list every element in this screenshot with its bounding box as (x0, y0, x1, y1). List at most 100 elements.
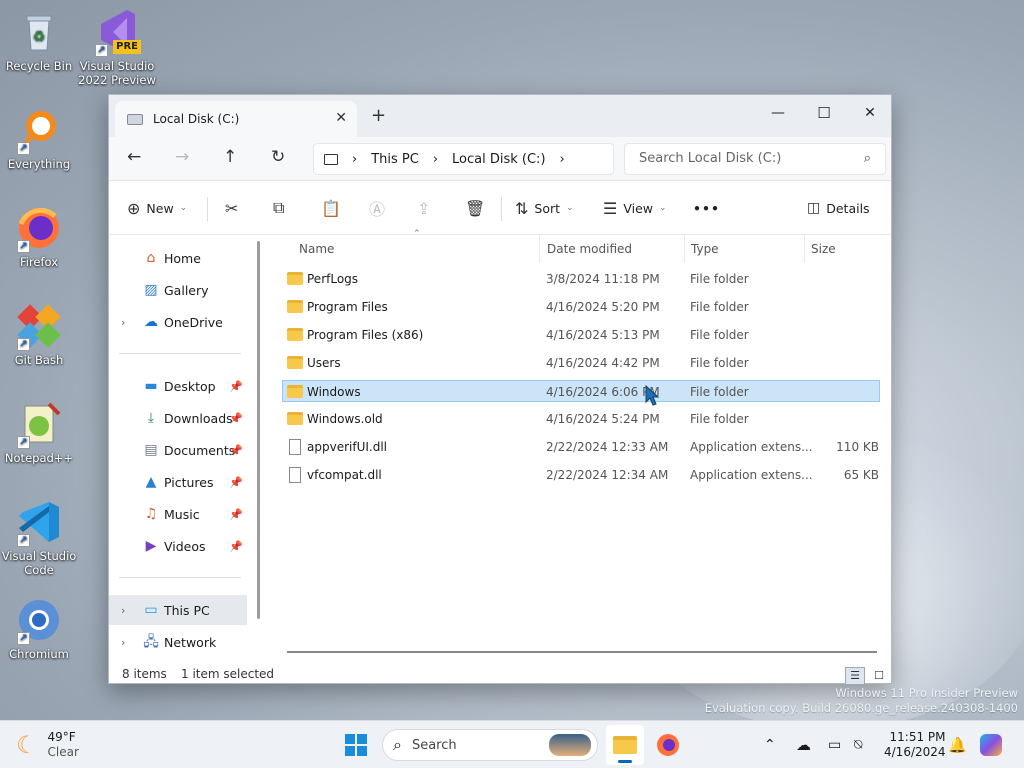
column-header-size[interactable]: Size (801, 235, 885, 263)
sidebar-item-desktop[interactable]: ▬ Desktop 📌 (109, 371, 247, 401)
sidebar-item-home[interactable]: ⌂ Home (109, 243, 247, 273)
watermark-line-1: Windows 11 Pro Insider Preview (835, 686, 1018, 700)
pin-icon[interactable]: 📌 (229, 476, 243, 489)
sidebar-item-music[interactable]: ♫ Music 📌 (109, 499, 247, 529)
taskbar-file-explorer[interactable] (606, 725, 644, 765)
desktop-icon-notepad-plus-plus[interactable]: ↗ Notepad++ (0, 400, 78, 465)
show-hidden-icons-button[interactable]: ⌃ (764, 721, 776, 768)
breadcrumb-this-pc[interactable]: This PC (371, 152, 419, 167)
table-row[interactable]: appverifUI.dll 2/22/2024 12:33 AM Applic… (283, 436, 881, 458)
maximize-button[interactable]: ☐ (801, 99, 847, 127)
table-row[interactable]: Program Files 4/16/2024 5:20 PM File fol… (283, 296, 881, 318)
clock-time: 11:51 PM (889, 730, 946, 744)
forward-button[interactable]: → (175, 147, 189, 167)
start-button[interactable] (344, 721, 368, 768)
chevron-right-icon[interactable]: › (121, 636, 125, 649)
documents-icon: ▤ (144, 442, 158, 458)
table-row-selected[interactable]: Windows 4/16/2024 6:06 PM File folder (282, 380, 880, 402)
command-bar: ⊕ New ⌄ ✂ ⧉ 📋 Ⓐ ⇪ 🗑 ⇅ Sort ⌄ ☰ View ⌄ ••… (109, 181, 891, 235)
pin-icon[interactable]: 📌 (229, 380, 243, 393)
desktop-icon-git-bash[interactable]: ↗ Git Bash (0, 302, 78, 367)
pin-icon[interactable]: 📌 (229, 444, 243, 457)
pin-icon[interactable]: 📌 (229, 540, 243, 553)
column-header-date[interactable]: Date modified (537, 235, 681, 263)
sidebar-item-documents[interactable]: ▤ Documents 📌 (109, 435, 247, 465)
cut-button[interactable]: ✂ (225, 195, 238, 221)
paste-button[interactable]: 📋 (321, 195, 341, 221)
sidebar-divider (119, 353, 241, 354)
tab-local-disk[interactable]: Local Disk (C:) ✕ (115, 101, 357, 137)
sidebar-item-network[interactable]: › 🖧 Network (109, 627, 247, 657)
sidebar-item-gallery[interactable]: ▨ Gallery (109, 275, 247, 305)
horizontal-scrollbar[interactable] (287, 651, 877, 653)
search-input[interactable]: Search Local Disk (C:) ⌕ (624, 143, 886, 175)
details-pane-button[interactable]: ◫ Details (807, 195, 870, 221)
back-button[interactable]: ← (127, 147, 141, 167)
column-header-type[interactable]: Type (681, 235, 801, 263)
table-row[interactable]: Program Files (x86) 4/16/2024 5:13 PM Fi… (283, 324, 881, 346)
taskbar-search-box[interactable]: ⌕ Search (382, 729, 598, 761)
table-row[interactable]: Windows.old 4/16/2024 5:24 PM File folde… (283, 408, 881, 430)
table-row[interactable]: Users 4/16/2024 4:42 PM File folder (283, 352, 881, 374)
folder-icon (287, 385, 303, 398)
weather-widget[interactable]: ☾ 49°F Clear (16, 721, 79, 768)
shortcut-arrow-icon: ↗ (95, 44, 108, 57)
display-tray-icon[interactable]: ▭ (828, 721, 841, 768)
desktop-icon-vscode[interactable]: ↗ Visual Studio Code (0, 498, 78, 577)
taskbar-firefox[interactable] (656, 721, 680, 768)
sort-button[interactable]: ⇅ Sort ⌄ (515, 195, 574, 221)
sidebar-scrollbar[interactable] (257, 241, 260, 619)
mouse-cursor-icon (645, 385, 660, 406)
breadcrumb[interactable]: › This PC › Local Disk (C:) › (313, 143, 614, 175)
onedrive-tray-icon[interactable]: ☁ (796, 721, 811, 768)
new-tab-button[interactable]: + (371, 105, 386, 126)
share-button[interactable]: ⇪ (417, 195, 430, 221)
sidebar-item-videos[interactable]: ▶ Videos 📌 (109, 531, 247, 561)
sidebar-item-pictures[interactable]: ▲ Pictures 📌 (109, 467, 247, 497)
sidebar-item-onedrive[interactable]: › ☁ OneDrive (109, 307, 247, 337)
clock[interactable]: 11:51 PM 4/16/2024 (884, 721, 946, 768)
folder-icon (287, 356, 303, 369)
minimize-button[interactable]: — (755, 99, 801, 127)
delete-button[interactable]: 🗑 (465, 195, 485, 221)
copilot-icon (980, 734, 1002, 756)
table-row[interactable]: PerfLogs 3/8/2024 11:18 PM File folder (283, 268, 881, 290)
new-button[interactable]: ⊕ New ⌄ (127, 195, 187, 221)
copilot-button[interactable] (980, 721, 1002, 768)
file-explorer-icon (613, 736, 637, 754)
search-highlight-icon (549, 734, 591, 756)
more-options-button[interactable]: ••• (693, 195, 720, 221)
search-icon: ⌕ (393, 735, 402, 754)
desktop-icon-firefox[interactable]: ↗ Firefox (0, 204, 78, 269)
large-icons-view-button[interactable]: ☐ (869, 667, 889, 685)
copy-button[interactable]: ⧉ (273, 195, 284, 221)
details-view-button[interactable]: ☰ (845, 667, 865, 685)
chevron-right-icon[interactable]: › (121, 316, 125, 329)
close-button[interactable]: ✕ (847, 99, 893, 127)
videos-icon: ▶ (145, 538, 157, 554)
column-header-name[interactable]: Name (289, 235, 539, 263)
chevron-right-icon[interactable]: › (121, 604, 125, 617)
network-tray-icon[interactable]: ⍉ (854, 721, 862, 768)
rename-button[interactable]: Ⓐ (369, 195, 385, 221)
up-button[interactable]: ↑ (223, 147, 237, 167)
toolbar-divider (207, 197, 208, 221)
breadcrumb-separator[interactable]: › (560, 152, 565, 167)
desktop-icon-everything[interactable]: ↗ Everything (0, 106, 78, 171)
table-row[interactable]: vfcompat.dll 2/22/2024 12:34 AM Applicat… (283, 464, 881, 486)
sidebar-item-downloads[interactable]: ⤓ Downloads 📌 (109, 403, 247, 433)
view-button[interactable]: ☰ View ⌄ (603, 195, 667, 221)
notification-bell-icon[interactable]: 🔔 (948, 721, 967, 768)
breadcrumb-local-disk[interactable]: Local Disk (C:) (452, 152, 545, 167)
desktop-icon-visual-studio-preview[interactable]: PRE ↗ Visual Studio 2022 Preview (78, 8, 156, 87)
desktop-icon-recycle-bin[interactable]: ♻ Recycle Bin (0, 8, 78, 73)
sidebar-item-this-pc[interactable]: › ▭ This PC (109, 595, 247, 625)
breadcrumb-separator: › (432, 151, 439, 167)
refresh-button[interactable]: ↻ (271, 147, 285, 167)
rename-icon: Ⓐ (369, 200, 386, 219)
close-tab-icon[interactable]: ✕ (335, 110, 347, 126)
desktop-icon-chromium[interactable]: ↗ Chromium (0, 596, 78, 661)
clock-date: 4/16/2024 (884, 745, 946, 759)
pin-icon[interactable]: 📌 (229, 508, 243, 521)
pin-icon[interactable]: 📌 (229, 412, 243, 425)
